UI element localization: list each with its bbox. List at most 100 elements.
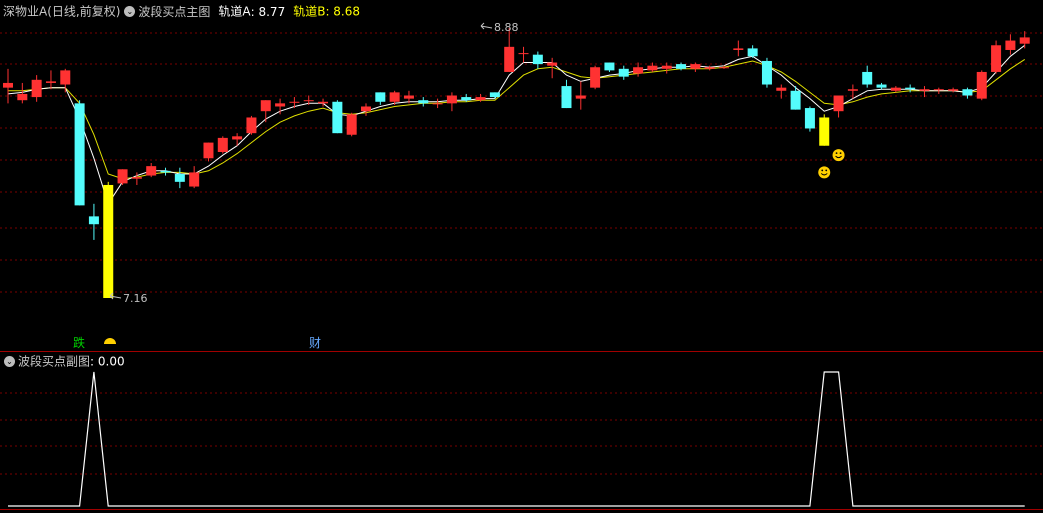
smile-eye (839, 152, 842, 155)
candle-body (804, 108, 815, 129)
candle-body (819, 117, 830, 146)
candle-body (303, 100, 314, 102)
track-lines (7, 44, 1026, 205)
candle-body (45, 81, 56, 83)
candle-body (776, 87, 787, 91)
candle-body (260, 100, 271, 112)
candle-body (747, 48, 758, 57)
chart-grid (0, 32, 1043, 510)
track-b-line (8, 58, 1025, 180)
candle-body (876, 84, 887, 88)
candle-body (346, 114, 357, 135)
indicator-menu-icon[interactable]: ⌄ (124, 6, 136, 17)
sub-header: ⌄ 波段买点副图: 0.00 (0, 352, 125, 370)
candle-body (461, 97, 472, 101)
candle-body (719, 67, 729, 69)
candle-body (160, 170, 171, 173)
candle-body (3, 82, 13, 88)
smile-eye (835, 152, 838, 155)
candle-body (604, 62, 615, 71)
candle-body (131, 177, 142, 179)
track-b-value: : 8.68 (325, 4, 361, 19)
candle-body (575, 95, 586, 99)
candle-body (60, 70, 71, 85)
sub-indicator-line (8, 371, 1025, 507)
candle-body (919, 89, 930, 91)
candle-body (647, 65, 658, 71)
candle-body (962, 89, 973, 96)
candle-body (489, 92, 500, 98)
candle-body (633, 67, 644, 74)
candle-body (432, 103, 443, 105)
candle-body (618, 68, 629, 77)
candle-body (146, 166, 157, 176)
event-marker-cai[interactable]: 财 (309, 337, 321, 350)
sub-indicator-polyline (8, 371, 1025, 507)
candle-body (976, 71, 987, 99)
candle-body (704, 67, 715, 69)
candle-body (88, 216, 99, 225)
symbol-title[interactable]: 深物业A(日线,前复权) (3, 5, 120, 19)
candle-body (418, 100, 429, 104)
candle-body (761, 60, 772, 85)
candle-body (504, 46, 515, 72)
candle-body (17, 93, 28, 101)
track-b-label: 轨道B (293, 4, 326, 19)
event-marker-die[interactable]: 跌 (73, 337, 85, 350)
candle-body (532, 54, 543, 65)
candle-body (232, 136, 243, 140)
candle-body (518, 53, 529, 55)
high-price-label: 8.88 (494, 21, 519, 34)
smile-eye (825, 169, 828, 172)
candle-body (676, 64, 687, 69)
price-chart[interactable] (0, 0, 1043, 513)
candle-body (905, 87, 916, 90)
candle-body (661, 65, 672, 69)
candle-body (117, 169, 128, 184)
candle-body (948, 89, 959, 91)
candle-body (475, 97, 486, 101)
candle-body (275, 103, 286, 107)
candle-body (733, 48, 744, 50)
low-arrow-icon (109, 292, 122, 300)
candle-body (74, 103, 85, 206)
low-price-label: 7.16 (123, 292, 148, 305)
candle-body (389, 92, 400, 102)
candle-body (103, 184, 114, 298)
main-indicator-name[interactable]: 波段买点主图 (138, 5, 210, 19)
candle-body (318, 101, 329, 104)
sub-indicator-value: : 0.00 (90, 354, 125, 369)
candle-body (1019, 37, 1030, 44)
candle-body (833, 95, 844, 112)
track-a-label: 轨道A (218, 4, 251, 19)
candle-body (862, 71, 873, 85)
candle-body (991, 45, 1002, 72)
candle-body (189, 172, 200, 187)
candle-body (933, 89, 944, 91)
candle-body (590, 67, 601, 88)
chart-annotations (104, 22, 845, 344)
smile-icon (832, 149, 845, 162)
candle-body (403, 95, 414, 99)
candle-body (690, 64, 701, 69)
candle-body (547, 62, 558, 66)
candle-body (246, 117, 257, 134)
candle-body (361, 106, 371, 112)
candle-body (332, 101, 343, 134)
candle-body (847, 89, 858, 91)
sub-indicator-menu-icon[interactable]: ⌄ (4, 356, 15, 367)
sub-indicator-name[interactable]: 波段买点副图 (18, 355, 90, 369)
candle-body (203, 142, 214, 159)
candle-body (790, 90, 801, 110)
track-a-value: : 8.77 (250, 4, 286, 19)
candle-body (375, 92, 386, 102)
candle-body (31, 79, 42, 98)
sun-icon (104, 338, 116, 344)
high-arrow-icon (480, 22, 493, 30)
smile-icon (818, 166, 831, 179)
candle-body (561, 86, 572, 109)
candle-body (890, 87, 901, 91)
main-header: 深物业A(日线,前复权) ⌄ 波段买点主图 轨道A: 8.77 轨道B: 8.68 (3, 2, 360, 20)
track-a-line (7, 44, 1026, 205)
candle-body (289, 101, 300, 103)
